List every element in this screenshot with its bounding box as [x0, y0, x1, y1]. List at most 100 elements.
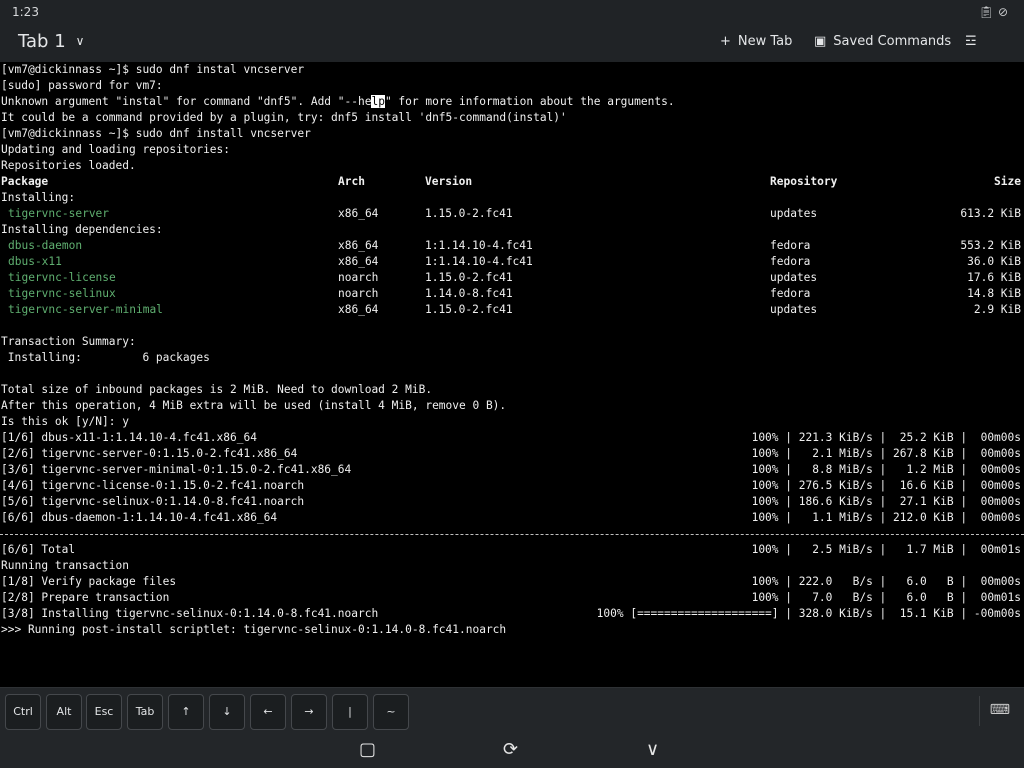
key-arrow-left[interactable]: ←: [250, 694, 286, 730]
pkg-size: 553.2 KiB: [960, 239, 1021, 252]
key-arrow-right[interactable]: →: [291, 694, 327, 730]
pkg-arch: x86_64: [338, 207, 379, 220]
pkg-name: tigervnc-selinux: [8, 287, 116, 300]
pkg-version: 1.15.0-2.fc41: [425, 271, 513, 284]
download-line: [6/6] dbus-daemon-1:1.14.10-4.fc41.x86_6…: [1, 511, 278, 524]
download-line: [4/6] tigervnc-license-0:1.15.0-2.fc41.n…: [1, 479, 305, 492]
key-esc[interactable]: Esc: [86, 694, 122, 730]
status-bar: 1:23 📋︎⊘: [0, 0, 1024, 24]
terminal-line: It could be a command provided by a plug…: [1, 111, 567, 124]
download-stats: 100% | 276.5 KiB/s | 16.6 KiB | 00m00s: [751, 479, 1021, 492]
terminal-line: After this operation, 4 MiB extra will b…: [1, 399, 507, 412]
overview-square-icon[interactable]: ▢: [359, 740, 376, 760]
key-tab[interactable]: Tab: [127, 694, 163, 730]
chevron-down-icon[interactable]: ∨: [646, 740, 659, 760]
new-tab-button[interactable]: + New Tab: [720, 34, 792, 49]
pkg-repo: fedora: [770, 255, 811, 268]
pkg-version: 1.15.0-2.fc41: [425, 303, 513, 316]
download-total-stats: 100% | 2.5 MiB/s | 1.7 MiB | 00m01s: [751, 543, 1021, 556]
col-header-size: Size: [994, 175, 1021, 188]
pkg-name: dbus-daemon: [8, 239, 83, 252]
download-line: [2/6] tigervnc-server-0:1.15.0-2.fc41.x8…: [1, 447, 298, 460]
pkg-name: tigervnc-server-minimal: [8, 303, 163, 316]
pkg-repo: updates: [770, 303, 818, 316]
terminal-line: Unknown argument "instal" for command "d…: [1, 95, 675, 108]
tab-1[interactable]: Tab 1 ∨: [18, 31, 84, 52]
rotate-icon[interactable]: ⟳: [503, 740, 518, 760]
saved-commands-button[interactable]: ▣ Saved Commands: [814, 34, 951, 49]
pkg-version: 1.14.0-8.fc41: [425, 287, 513, 300]
pkg-size: 613.2 KiB: [960, 207, 1021, 220]
pkg-repo: fedora: [770, 287, 811, 300]
pkg-name: tigervnc-license: [8, 271, 116, 284]
sliders-icon: ☲: [965, 34, 977, 49]
clock: 1:23: [12, 5, 39, 19]
settings-button[interactable]: ☲: [965, 34, 977, 49]
col-header-arch: Arch: [338, 175, 365, 188]
pkg-arch: x86_64: [338, 303, 379, 316]
terminal-line: [vm7@dickinnass ~]$ sudo dnf install vnc…: [1, 127, 311, 140]
step-line: [3/8] Installing tigervnc-selinux-0:1.14…: [1, 607, 379, 620]
terminal-line: Installing:: [1, 191, 76, 204]
terminal-line: Is this ok [y/N]: y: [1, 415, 129, 428]
chevron-down-icon: ∨: [75, 34, 85, 48]
pkg-size: 14.8 KiB: [967, 287, 1021, 300]
pkg-arch: noarch: [338, 287, 379, 300]
dashed-divider: [0, 534, 1024, 536]
pkg-version: 1.15.0-2.fc41: [425, 207, 513, 220]
download-total: [6/6] Total: [1, 543, 76, 556]
step-stats: 100% | 7.0 B/s | 6.0 B | 00m01s: [751, 591, 1021, 604]
key-pipe[interactable]: |: [332, 694, 368, 730]
terminal-line: Running transaction: [1, 559, 129, 572]
step-stats: 100% [====================] | 328.0 KiB/…: [596, 607, 1021, 620]
key-arrow-up[interactable]: ↑: [168, 694, 204, 730]
mute-icon: ⊘: [997, 5, 1012, 19]
pkg-arch: x86_64: [338, 239, 379, 252]
pkg-repo: fedora: [770, 239, 811, 252]
pkg-version: 1:1.14.10-4.fc41: [425, 255, 533, 268]
keyboard-icon[interactable]: ⌨: [990, 702, 1010, 718]
key-ctrl[interactable]: Ctrl: [5, 694, 41, 730]
terminal-line: Total size of inbound packages is 2 MiB.…: [1, 383, 433, 396]
terminal-line: Updating and loading repositories:: [1, 143, 231, 156]
key-arrow-down[interactable]: ↓: [209, 694, 245, 730]
terminal-output[interactable]: [vm7@dickinnass ~]$ sudo dnf instal vncs…: [0, 62, 1024, 687]
download-stats: 100% | 221.3 KiB/s | 25.2 KiB | 00m00s: [751, 431, 1021, 444]
step-line: [2/8] Prepare transaction: [1, 591, 170, 604]
col-header-package: Package: [1, 175, 49, 188]
download-line: [1/6] dbus-x11-1:1.14.10-4.fc41.x86_64: [1, 431, 257, 444]
step-line: [1/8] Verify package files: [1, 575, 177, 588]
download-stats: 100% | 2.1 MiB/s | 267.8 KiB | 00m00s: [751, 447, 1021, 460]
col-header-repository: Repository: [770, 175, 838, 188]
terminal-line: [sudo] password for vm7:: [1, 79, 163, 92]
clipboard-icon: 📋︎: [978, 5, 998, 19]
status-icons: 📋︎⊘: [979, 5, 1012, 19]
plus-icon: +: [720, 34, 731, 49]
extra-keys-bar: Ctrl Alt Esc Tab ↑ ↓ ← → | ~ ⌨: [0, 687, 1024, 733]
pkg-name: dbus-x11: [8, 255, 62, 268]
tab-bar: Tab 1 ∨ + New Tab ▣ Saved Commands ☲: [0, 24, 1024, 63]
terminal-icon: ▣: [814, 34, 827, 49]
pkg-size: 36.0 KiB: [967, 255, 1021, 268]
text-selection: lp: [371, 95, 385, 108]
terminal-line: Installing dependencies:: [1, 223, 163, 236]
tab-label: Tab 1: [18, 31, 66, 52]
download-stats: 100% | 186.6 KiB/s | 27.1 KiB | 00m00s: [751, 495, 1021, 508]
step-stats: 100% | 222.0 B/s | 6.0 B | 00m00s: [751, 575, 1021, 588]
pkg-size: 17.6 KiB: [967, 271, 1021, 284]
pkg-size: 2.9 KiB: [973, 303, 1021, 316]
pkg-name: tigervnc-server: [8, 207, 110, 220]
pkg-repo: updates: [770, 207, 818, 220]
col-header-version: Version: [425, 175, 473, 188]
terminal-line: [vm7@dickinnass ~]$ sudo dnf instal vncs…: [1, 63, 305, 76]
key-tilde[interactable]: ~: [373, 694, 409, 730]
separator: [979, 696, 980, 726]
pkg-version: 1:1.14.10-4.fc41: [425, 239, 533, 252]
terminal-line: Transaction Summary:: [1, 335, 136, 348]
download-line: [5/6] tigervnc-selinux-0:1.14.0-8.fc41.n…: [1, 495, 305, 508]
key-alt[interactable]: Alt: [46, 694, 82, 730]
download-line: [3/6] tigervnc-server-minimal-0:1.15.0-2…: [1, 463, 352, 476]
terminal-line: Installing: 6 packages: [1, 351, 210, 364]
navigation-bar: ▢ ⟳ ∨: [0, 732, 1024, 768]
pkg-arch: noarch: [338, 271, 379, 284]
